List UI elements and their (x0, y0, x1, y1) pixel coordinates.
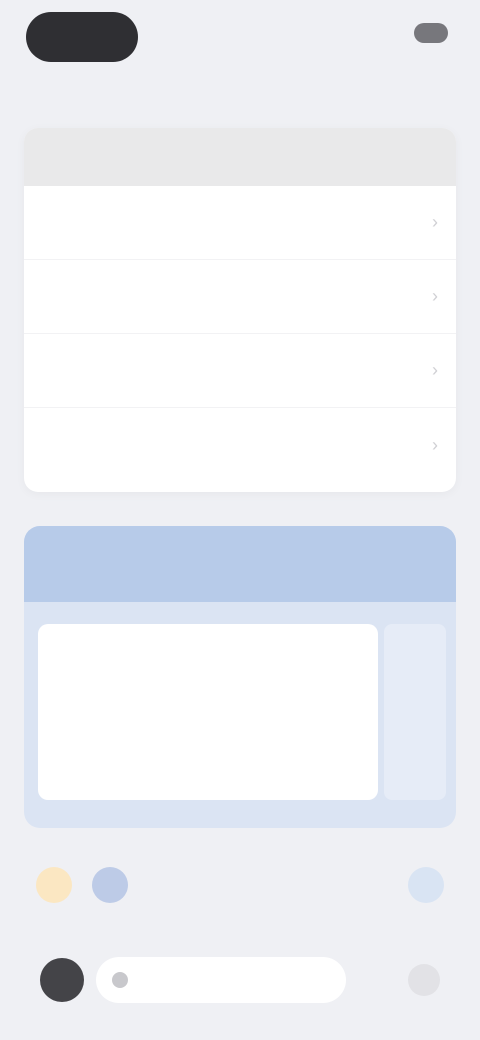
card-header (24, 128, 456, 186)
panel-header[interactable] (24, 526, 456, 602)
avatar[interactable] (40, 958, 84, 1002)
card-row-4[interactable]: › (24, 408, 456, 482)
card-row-3[interactable]: › (24, 334, 456, 408)
top-right-controls[interactable] (406, 22, 448, 44)
search-icon (112, 972, 128, 988)
chevron-right-icon: › (432, 434, 438, 455)
card-row-2[interactable]: › (24, 260, 456, 334)
panel-body (24, 602, 456, 828)
top-bar (0, 0, 480, 90)
info-panel (24, 526, 456, 828)
quick-actions (24, 850, 456, 920)
light-action-icon[interactable] (408, 867, 444, 903)
more-icon[interactable] (408, 964, 440, 996)
main-card: › › › › (24, 128, 456, 492)
chevron-right-icon: › (432, 212, 438, 232)
blue-action-icon[interactable] (92, 867, 128, 903)
search-input[interactable] (138, 972, 318, 988)
bottom-bar (0, 940, 480, 1020)
orange-action-icon[interactable] (36, 867, 72, 903)
search-box[interactable] (96, 957, 346, 1003)
chevron-right-icon: › (432, 286, 438, 306)
chevron-right-icon: › (432, 360, 438, 380)
message-card[interactable] (38, 624, 378, 800)
toggle-icon[interactable] (414, 23, 448, 43)
card-row-1[interactable]: › (24, 186, 456, 260)
next-card-preview[interactable] (384, 624, 446, 800)
top-left-button[interactable] (26, 12, 138, 62)
